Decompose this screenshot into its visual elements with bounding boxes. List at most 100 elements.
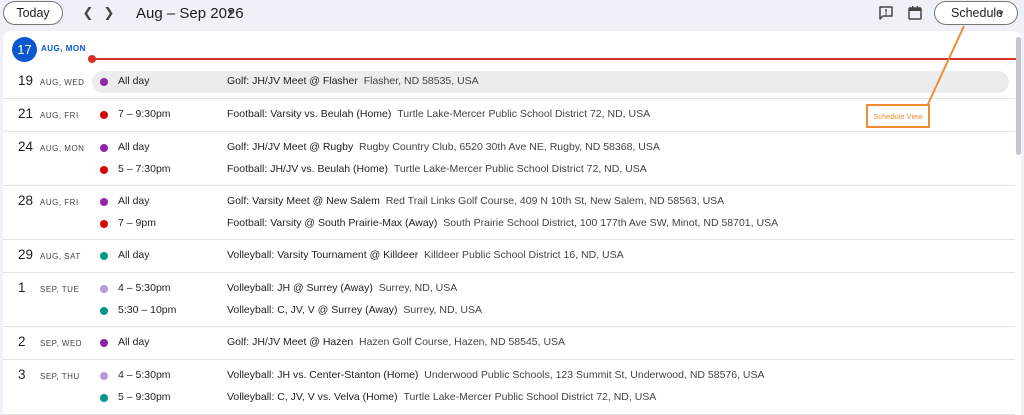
day-group: 2 SEP, WED All day Golf: JH/JV Meet @ Hazen… [3,327,1015,360]
day-label: SEP, THU [40,372,80,381]
day-number[interactable]: 21 [18,106,33,121]
event-title: Volleyball: C, JV, V @ Surrey (Away) [227,304,398,316]
day-number[interactable]: 24 [18,139,33,154]
event-time: 7 – 9:30pm [118,108,171,120]
day-number[interactable]: 28 [18,193,33,208]
event-color-dot [100,307,108,315]
event-item[interactable]: All day Golf: JH/JV Meet @ Rugby Rugby Co… [92,137,1009,159]
schedule-panel: 17 AUG, MON 19 AUG, WED All day Golf: JH/JV… [3,31,1021,415]
event-title-row: Golf: JH/JV Meet @ Rugby Rugby Country C… [227,141,660,153]
event-item[interactable]: 5 – 9:30pm Volleyball: C, JV, V vs. Velva… [92,387,1009,409]
event-title: Golf: JH/JV Meet @ Rugby [227,141,354,153]
event-color-dot [100,111,108,119]
chevron-right-icon[interactable]: ❯ [99,3,119,23]
today-button[interactable]: Today [3,1,63,25]
event-time: 5 – 7:30pm [118,163,171,175]
event-time: 5 – 9:30pm [118,391,171,403]
event-location: Flasher, ND 58535, USA [363,75,479,87]
day-label: AUG, WED [40,78,85,87]
event-item[interactable]: All day Golf: JH/JV Meet @ Hazen Hazen Go… [92,332,1009,354]
day-group: 21 AUG, FRI 7 – 9:30pm Football: Varsity vs… [3,99,1015,132]
event-location: Hazen Golf Course, Hazen, ND 58545, USA [359,336,566,348]
date-range-dropdown-icon[interactable]: ▼ [226,7,235,17]
event-location: Killdeer Public School District 16, ND, … [424,249,624,261]
view-selector-label: Schedule [951,6,1004,20]
event-title-row: Golf: JH/JV Meet @ Hazen Hazen Golf Cour… [227,336,565,348]
chevron-down-icon: ▼ [997,9,1005,18]
today-date-circle[interactable]: 17 [12,37,37,62]
event-color-dot [100,78,108,86]
event-location: Turtle Lake-Mercer Public School Distric… [393,163,647,175]
day-label: AUG, FRI [40,111,79,120]
event-item[interactable]: 4 – 5:30pm Volleyball: JH @ Surrey (Away)… [92,278,1009,300]
event-title: Volleyball: C, JV, V vs. Velva (Home) [227,391,398,403]
event-title: Football: JH/JV vs. Beulah (Home) [227,163,389,175]
current-time-line [92,58,1020,60]
event-title: Golf: Varsity Meet @ New Salem [227,195,380,207]
event-title-row: Volleyball: JH vs. Center-Stanton (Home)… [227,369,765,381]
day-group: 1 SEP, TUE 4 – 5:30pm Volleyball: JH @ Surr… [3,273,1015,327]
event-color-dot [100,198,108,206]
toolbar: Today ❮ ❯ Aug – Sep 2026 ▼ Schedule ▼ [0,0,1024,30]
event-title-row: Volleyball: Varsity Tournament @ Killdee… [227,249,624,261]
event-title: Football: Varsity @ South Prairie-Max (A… [227,217,438,229]
event-title: Volleyball: JH vs. Center-Stanton (Home) [227,369,419,381]
event-time: All day [118,141,150,153]
event-title-row: Football: Varsity vs. Beulah (Home) Turt… [227,108,650,120]
today-date-label: AUG, MON [41,44,86,53]
annotation-callout: Schedule View [866,104,930,128]
event-title: Football: Varsity vs. Beulah (Home) [227,108,392,120]
event-title-row: Golf: JH/JV Meet @ Flasher Flasher, ND 5… [227,75,479,87]
event-location: Surrey, ND, USA [378,282,458,294]
event-item[interactable]: 5 – 7:30pm Football: JH/JV vs. Beulah (Ho… [92,159,1009,181]
event-color-dot [100,394,108,402]
event-item[interactable]: All day Volleyball: Varsity Tournament @ … [92,245,1009,267]
day-number[interactable]: 3 [18,367,26,382]
scrollbar[interactable] [1016,37,1021,155]
event-time: All day [118,195,150,207]
event-title: Volleyball: JH @ Surrey (Away) [227,282,373,294]
event-color-dot [100,372,108,380]
event-time: All day [118,249,150,261]
event-title-row: Volleyball: JH @ Surrey (Away) Surrey, N… [227,282,457,294]
event-location: South Prairie School District, 100 177th… [443,217,779,229]
event-item[interactable]: 5:30 – 10pm Volleyball: C, JV, V @ Surrey… [92,300,1009,322]
event-color-dot [100,220,108,228]
event-item[interactable]: 7 – 9pm Football: Varsity @ South Prairie… [92,213,1009,235]
day-number[interactable]: 19 [18,73,33,88]
event-location: Turtle Lake-Mercer Public School Distric… [403,391,657,403]
event-location: Underwood Public Schools, 123 Summit St,… [424,369,765,381]
event-title: Golf: JH/JV Meet @ Flasher [227,75,358,87]
event-location: Rugby Country Club, 6520 30th Ave NE, Ru… [359,141,660,153]
calendar-icon[interactable] [906,4,924,22]
event-time: 7 – 9pm [118,217,156,229]
event-color-dot [100,166,108,174]
event-title-row: Volleyball: C, JV, V vs. Velva (Home) Tu… [227,391,656,403]
day-group: 3 SEP, THU 4 – 5:30pm Volleyball: JH vs. Ce… [3,360,1015,415]
day-group: 28 AUG, FRI All day Golf: Varsity Meet @ Ne… [3,186,1015,240]
event-location: Surrey, ND, USA [403,304,482,316]
day-label: AUG, MON [40,144,85,153]
event-color-dot [100,144,108,152]
day-group: 24 AUG, MON All day Golf: JH/JV Meet @ Rugb… [3,132,1015,186]
view-selector-button[interactable]: Schedule ▼ [934,1,1018,25]
event-title-row: Golf: Varsity Meet @ New Salem Red Trail… [227,195,724,207]
event-color-dot [100,252,108,260]
event-color-dot [100,285,108,293]
day-number[interactable]: 1 [18,280,26,295]
event-item[interactable]: 4 – 5:30pm Volleyball: JH vs. Center-Stan… [92,365,1009,387]
event-location: Turtle Lake-Mercer Public School Distric… [397,108,651,120]
event-title-row: Volleyball: C, JV, V @ Surrey (Away) Sur… [227,304,482,316]
event-location: Red Trail Links Golf Course, 409 N 10th … [385,195,725,207]
event-time: 4 – 5:30pm [118,282,171,294]
event-item[interactable]: All day Golf: JH/JV Meet @ Flasher Flashe… [92,71,1009,93]
chevron-left-icon[interactable]: ❮ [78,3,98,23]
day-label: AUG, FRI [40,198,79,207]
event-color-dot [100,339,108,347]
feedback-icon[interactable] [877,4,895,22]
day-number[interactable]: 29 [18,247,33,262]
event-item[interactable]: All day Golf: Varsity Meet @ New Salem Re… [92,191,1009,213]
event-title-row: Football: Varsity @ South Prairie-Max (A… [227,217,778,229]
day-number[interactable]: 2 [18,334,26,349]
event-time: 4 – 5:30pm [118,369,171,381]
